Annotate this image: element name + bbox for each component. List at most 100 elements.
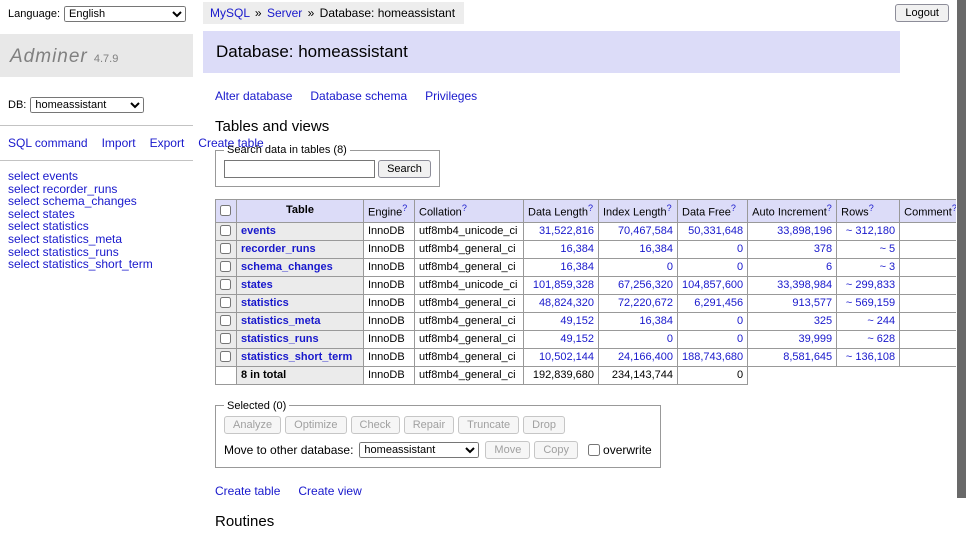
scrollbar-track[interactable] [956,0,966,543]
index-length-link[interactable]: 70,467,584 [618,225,673,237]
row-checkbox-cell [216,348,237,366]
data-free-link[interactable]: 50,331,648 [688,225,743,237]
index-length-link[interactable]: 16,384 [639,315,673,327]
move-db-select[interactable]: homeassistant [359,442,479,458]
comment-cell [900,312,962,330]
analyze-button[interactable]: Analyze [224,416,281,434]
auto-increment-link[interactable]: 6 [826,261,832,273]
data-length-link[interactable]: 101,859,328 [533,279,594,291]
row-checkbox[interactable] [220,225,231,236]
table-link-statistics-short-term[interactable]: statistics_short_term [241,351,352,363]
language-select[interactable]: English [64,6,186,22]
data-free-link[interactable]: 0 [737,333,743,345]
row-checkbox[interactable] [220,333,231,344]
auto-increment-link[interactable]: 913,577 [792,297,832,309]
help-link[interactable]: ? [827,203,832,213]
repair-button[interactable]: Repair [404,416,454,434]
row-checkbox[interactable] [220,351,231,362]
copy-button[interactable]: Copy [534,441,578,459]
data-length-link[interactable]: 48,824,320 [539,297,594,309]
help-link[interactable]: ? [869,203,874,213]
data-free-link[interactable]: 188,743,680 [682,351,743,363]
help-link[interactable]: ? [462,203,467,213]
auto-increment-link[interactable]: 39,999 [799,333,833,345]
auto-increment-link[interactable]: 325 [814,315,832,327]
data-free-link[interactable]: 0 [737,315,743,327]
data-free-link[interactable]: 104,857,600 [682,279,743,291]
rows-link[interactable]: ~ 569,159 [846,297,895,309]
sidebar-link-import[interactable]: Import [102,136,136,150]
help-link[interactable]: ? [731,203,736,213]
table-link-statistics-meta[interactable]: statistics_meta [241,315,321,327]
row-checkbox[interactable] [220,297,231,308]
move-button[interactable]: Move [485,441,530,459]
table-link-statistics-runs[interactable]: statistics_runs [241,333,319,345]
index-length-link[interactable]: 0 [667,333,673,345]
sidebar-item-select-statistics-meta[interactable]: select statistics_meta [8,233,185,246]
rows-link[interactable]: ~ 136,108 [846,351,895,363]
overwrite-checkbox[interactable] [588,444,600,456]
data-free-link[interactable]: 0 [737,261,743,273]
db-select[interactable]: homeassistant [30,97,144,113]
auto-increment-link[interactable]: 33,398,984 [777,279,832,291]
index-length-link[interactable]: 72,220,672 [618,297,673,309]
row-checkbox[interactable] [220,279,231,290]
select-all-checkbox[interactable] [220,205,231,216]
data-length-link[interactable]: 49,152 [560,315,594,327]
table-link-statistics[interactable]: statistics [241,297,289,309]
data-length-link[interactable]: 31,522,816 [539,225,594,237]
auto-increment-link[interactable]: 378 [814,243,832,255]
optimize-button[interactable]: Optimize [285,416,346,434]
row-checkbox[interactable] [220,261,231,272]
table-link-events[interactable]: events [241,225,276,237]
help-link[interactable]: ? [667,203,672,213]
auto-increment-link[interactable]: 8,581,645 [783,351,832,363]
sidebar-item-select-schema-changes[interactable]: select schema_changes [8,195,185,208]
breadcrumb-link-mysql[interactable]: MySQL [210,6,250,20]
sidebar-item-select-statistics-short-term[interactable]: select statistics_short_term [8,258,185,271]
row-checkbox-cell [216,276,237,294]
index-length-link[interactable]: 24,166,400 [618,351,673,363]
table-link-states[interactable]: states [241,279,273,291]
data-free-link[interactable]: 0 [737,243,743,255]
db-link-database-schema[interactable]: Database schema [310,89,407,103]
data-length-link[interactable]: 16,384 [560,261,594,273]
index-length-link[interactable]: 67,256,320 [618,279,673,291]
data-length-link[interactable]: 10,502,144 [539,351,594,363]
db-link-privileges[interactable]: Privileges [425,89,477,103]
link-create-table[interactable]: Create table [215,484,280,498]
db-link-alter-database[interactable]: Alter database [215,89,292,103]
table-link-recorder-runs[interactable]: recorder_runs [241,243,316,255]
rows-link[interactable]: ~ 312,180 [846,225,895,237]
sidebar-link-export[interactable]: Export [150,136,185,150]
row-checkbox[interactable] [220,315,231,326]
check-button[interactable]: Check [351,416,400,434]
help-link[interactable]: ? [588,203,593,213]
index-length-link[interactable]: 16,384 [639,243,673,255]
rows-link[interactable]: ~ 5 [880,243,896,255]
scrollbar-thumb[interactable] [957,0,966,498]
sidebar-link-sql-command[interactable]: SQL command [8,136,88,150]
data-length-link[interactable]: 49,152 [560,333,594,345]
sidebar-item-select-events[interactable]: select events [8,170,185,183]
rows-link[interactable]: ~ 299,833 [846,279,895,291]
link-create-view[interactable]: Create view [298,484,361,498]
data-length-cell: 49,152 [524,312,599,330]
drop-button[interactable]: Drop [523,416,565,434]
rows-link[interactable]: ~ 628 [867,333,895,345]
row-checkbox[interactable] [220,243,231,254]
index-length-link[interactable]: 0 [667,261,673,273]
table-name-cell: statistics_short_term [237,348,364,366]
table-link-schema-changes[interactable]: schema_changes [241,261,333,273]
data-free-link[interactable]: 6,291,456 [694,297,743,309]
search-input[interactable] [224,160,375,178]
search-button[interactable]: Search [378,160,431,178]
auto-increment-link[interactable]: 33,898,196 [777,225,832,237]
breadcrumb-link-server[interactable]: Server [267,6,302,20]
data-length-link[interactable]: 16,384 [560,243,594,255]
truncate-button[interactable]: Truncate [458,416,519,434]
logout-button[interactable]: Logout [895,4,949,22]
help-link[interactable]: ? [402,203,407,213]
rows-link[interactable]: ~ 244 [867,315,895,327]
rows-link[interactable]: ~ 3 [880,261,896,273]
